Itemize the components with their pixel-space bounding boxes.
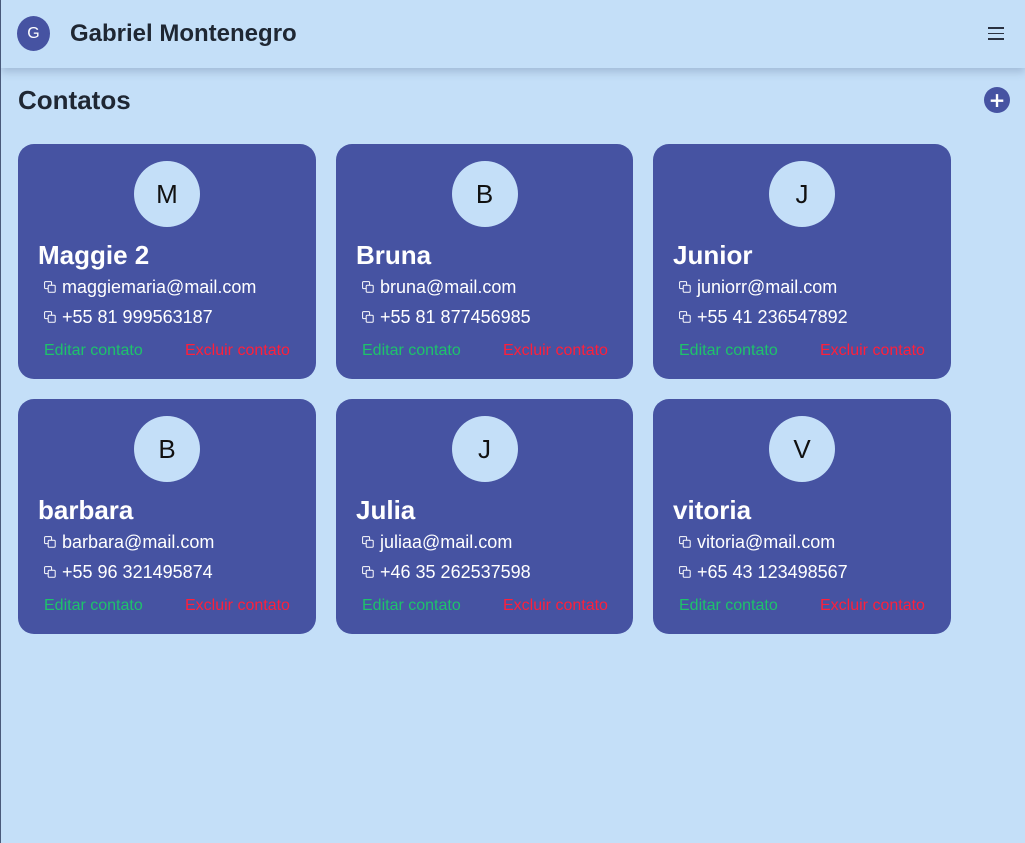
contact-name: Maggie 2 (38, 240, 150, 270)
copy-icon[interactable] (679, 311, 691, 323)
contact-avatar: M (134, 161, 200, 227)
contact-avatar: V (769, 416, 835, 482)
contact-name: Junior (673, 240, 753, 270)
contact-phone-row: +65 43 123498567 (679, 561, 848, 583)
contact-avatar: B (134, 416, 200, 482)
edit-contact-link[interactable]: Editar contato (679, 342, 778, 360)
edit-contact-link[interactable]: Editar contato (44, 597, 143, 615)
delete-contact-link[interactable]: Excluir contato (820, 597, 925, 615)
page-title: Contatos (18, 85, 131, 115)
top-header: G Gabriel Montenegro (1, 0, 1025, 68)
contact-card: V vitoria vitoria@mail.com +65 43 123498… (653, 399, 951, 634)
contact-name: vitoria (673, 495, 752, 525)
user-name: Gabriel Montenegro (70, 20, 297, 47)
edit-contact-link[interactable]: Editar contato (44, 342, 143, 360)
contact-card: B barbara barbara@mail.com +55 96 321495… (18, 399, 316, 634)
contact-card: J Julia juliaa@mail.com +46 35 262537598… (336, 399, 633, 634)
hamburger-menu-icon[interactable] (988, 27, 1004, 40)
contact-email-row: juniorr@mail.com (679, 276, 837, 298)
contact-email-row: maggiemaria@mail.com (44, 276, 256, 298)
contacts-grid: M Maggie 2 maggiemaria@mail.com +55 81 9… (18, 144, 951, 634)
page: G Gabriel Montenegro Contatos + M Maggie… (0, 0, 1025, 843)
contact-card: M Maggie 2 maggiemaria@mail.com +55 81 9… (18, 144, 316, 379)
contact-email: juliaa@mail.com (380, 532, 513, 552)
copy-icon[interactable] (362, 311, 374, 323)
delete-contact-link[interactable]: Excluir contato (503, 597, 608, 615)
copy-icon[interactable] (679, 281, 691, 293)
copy-icon[interactable] (44, 281, 56, 293)
contact-avatar: B (451, 161, 518, 227)
contact-phone-row: +46 35 262537598 (362, 561, 531, 583)
contact-name: barbara (38, 495, 134, 525)
contact-name: Bruna (356, 240, 432, 270)
contact-card: B Bruna bruna@mail.com +55 81 877456985 … (336, 144, 633, 379)
contact-phone-row: +55 81 877456985 (362, 306, 531, 328)
edit-contact-link[interactable]: Editar contato (362, 342, 461, 360)
copy-icon[interactable] (44, 566, 56, 578)
contact-phone-row: +55 41 236547892 (679, 306, 848, 328)
contact-phone: +55 81 877456985 (380, 307, 531, 327)
contact-email: maggiemaria@mail.com (62, 277, 257, 297)
contact-email-row: vitoria@mail.com (679, 531, 835, 553)
contact-name: Julia (356, 495, 416, 525)
contact-phone: +55 81 999563187 (62, 307, 213, 327)
copy-icon[interactable] (679, 566, 691, 578)
contact-email: juniorr@mail.com (697, 277, 838, 297)
contact-email-row: bruna@mail.com (362, 276, 516, 298)
copy-icon[interactable] (44, 536, 56, 548)
contact-email-row: barbara@mail.com (44, 531, 214, 553)
contact-phone: +46 35 262537598 (380, 562, 531, 582)
contact-phone: +55 96 321495874 (62, 562, 213, 582)
edit-contact-link[interactable]: Editar contato (679, 597, 778, 615)
contact-phone: +65 43 123498567 (697, 562, 848, 582)
copy-icon[interactable] (679, 536, 691, 548)
copy-icon[interactable] (362, 536, 374, 548)
edit-contact-link[interactable]: Editar contato (362, 597, 461, 615)
delete-contact-link[interactable]: Excluir contato (185, 342, 290, 360)
add-contact-button[interactable]: + (984, 87, 1010, 113)
contact-phone-row: +55 96 321495874 (44, 561, 213, 583)
contact-phone-row: +55 81 999563187 (44, 306, 213, 328)
contact-email-row: juliaa@mail.com (362, 531, 512, 553)
copy-icon[interactable] (44, 311, 56, 323)
copy-icon[interactable] (362, 566, 374, 578)
contact-avatar: J (769, 161, 835, 227)
delete-contact-link[interactable]: Excluir contato (185, 597, 290, 615)
delete-contact-link[interactable]: Excluir contato (820, 342, 925, 360)
contact-phone: +55 41 236547892 (697, 307, 848, 327)
copy-icon[interactable] (362, 281, 374, 293)
user-avatar[interactable]: G (17, 16, 50, 51)
contact-email: vitoria@mail.com (697, 532, 836, 552)
contact-card: J Junior juniorr@mail.com +55 41 2365478… (653, 144, 951, 379)
contact-avatar: J (451, 416, 518, 482)
contact-email: barbara@mail.com (62, 532, 215, 552)
contact-email: bruna@mail.com (380, 277, 517, 297)
delete-contact-link[interactable]: Excluir contato (503, 342, 608, 360)
